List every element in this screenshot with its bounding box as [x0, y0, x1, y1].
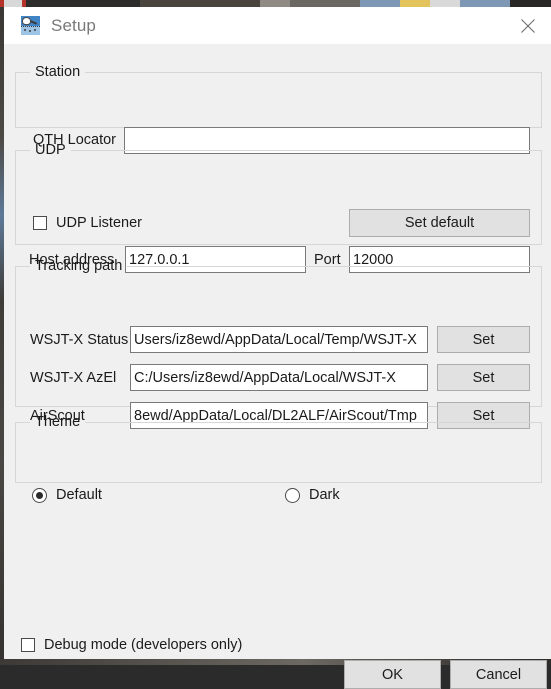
- title-bar: Setup: [4, 7, 551, 44]
- wsjtx-azel-input[interactable]: [130, 364, 428, 391]
- cancel-button[interactable]: Cancel: [450, 660, 547, 689]
- wsjtx-status-label: WSJT-X Status: [30, 332, 128, 348]
- group-theme-legend: Theme: [30, 414, 85, 430]
- group-tracking-path-legend: Tracking path: [30, 258, 127, 274]
- udp-listener-checkbox[interactable]: UDP Listener: [33, 215, 142, 231]
- background-window-strip-top: [0, 0, 551, 7]
- debug-mode-label: Debug mode (developers only): [44, 637, 242, 653]
- checkbox-box-icon: [21, 638, 35, 652]
- window-title: Setup: [51, 16, 96, 36]
- theme-radio-dark[interactable]: Dark: [285, 487, 340, 503]
- dialog-content: Station QTH Locator UDP UDP Listener Set…: [4, 44, 551, 659]
- set-default-button[interactable]: Set default: [349, 209, 530, 237]
- group-theme: Theme: [15, 414, 542, 483]
- group-udp-legend: UDP: [30, 142, 71, 158]
- theme-default-label: Default: [56, 487, 102, 503]
- wsjtx-azel-label: WSJT-X AzEl: [30, 370, 116, 386]
- group-station-legend: Station: [30, 64, 85, 80]
- setup-dialog: Setup Station QTH Locator UDP UDP Listen…: [4, 7, 551, 659]
- group-station: Station: [15, 64, 542, 128]
- wsjtx-status-set-button[interactable]: Set: [437, 326, 530, 353]
- wsjtx-azel-set-button[interactable]: Set: [437, 364, 530, 391]
- radio-circle-icon: [32, 488, 47, 503]
- satellite-dish-icon: [21, 16, 40, 35]
- close-icon[interactable]: [505, 7, 551, 44]
- theme-radio-default[interactable]: Default: [32, 487, 102, 503]
- checkbox-box-icon: [33, 216, 47, 230]
- udp-listener-label: UDP Listener: [56, 215, 142, 231]
- theme-dark-label: Dark: [309, 487, 340, 503]
- debug-mode-checkbox[interactable]: Debug mode (developers only): [21, 637, 242, 653]
- ok-button[interactable]: OK: [344, 660, 441, 689]
- wsjtx-status-input[interactable]: [130, 326, 428, 353]
- radio-circle-icon: [285, 488, 300, 503]
